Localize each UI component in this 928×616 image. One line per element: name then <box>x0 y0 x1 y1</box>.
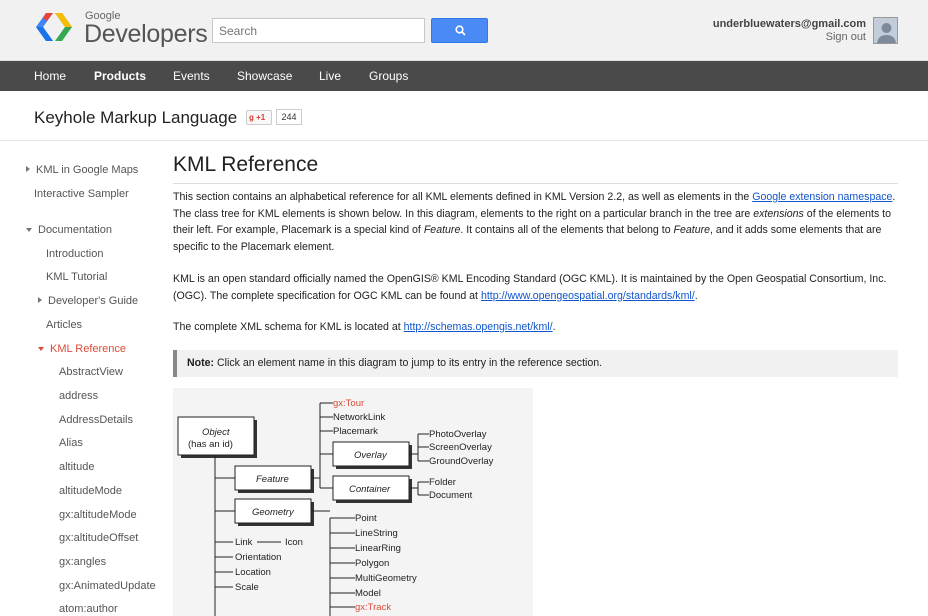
sidebar-item-atom-author[interactable]: atom:author <box>59 603 118 615</box>
note-label: Note: <box>187 357 215 369</box>
user-silhouette-icon <box>874 18 897 43</box>
object-node[interactable]: Object <box>202 427 230 438</box>
sidebar-item-abstractview[interactable]: AbstractView <box>59 366 123 378</box>
magnifier-icon <box>455 25 466 36</box>
scale-node[interactable]: Scale <box>235 582 259 593</box>
google-plus-icon: g <box>249 113 254 122</box>
sidebar-item-alias[interactable]: Alias <box>59 437 83 449</box>
sidebar-item-gx-altitudeoffset[interactable]: gx:altitudeOffset <box>59 532 138 544</box>
gx-track-node[interactable]: gx:Track <box>355 602 391 613</box>
sign-out-link[interactable]: Sign out <box>826 31 866 43</box>
ogc-kml-link[interactable]: http://www.opengeospatial.org/standards/… <box>481 290 695 302</box>
plus-one-count: 244 <box>276 109 302 125</box>
schema-paragraph: The complete XML schema for KML is locat… <box>173 321 556 333</box>
photooverlay-node[interactable]: PhotoOverlay <box>429 429 487 440</box>
folder-node[interactable]: Folder <box>429 477 456 488</box>
nav-products[interactable]: Products <box>94 69 146 83</box>
nav-groups[interactable]: Groups <box>369 69 408 83</box>
standard-paragraph: KML is an open standard officially named… <box>173 273 887 302</box>
location-node[interactable]: Location <box>235 567 271 578</box>
nav-live[interactable]: Live <box>319 69 341 83</box>
plus-one-label: +1 <box>256 113 266 122</box>
sidebar-item-documentation[interactable]: Documentation <box>26 224 112 236</box>
nav-showcase[interactable]: Showcase <box>237 69 292 83</box>
intro-paragraph: This section contains an alphabetical re… <box>173 191 896 253</box>
sidebar-item-altitude[interactable]: altitude <box>59 461 94 473</box>
feature-node[interactable]: Feature <box>256 474 289 485</box>
main-nav: Home Products Events Showcase Live Group… <box>0 61 928 91</box>
sidebar-item-articles[interactable]: Articles <box>46 319 82 331</box>
brand-developers[interactable]: Developers <box>84 20 208 49</box>
chevron-right-icon <box>38 297 42 303</box>
plus-one-button[interactable]: g +1 <box>246 110 272 125</box>
search-input[interactable] <box>212 18 425 43</box>
placemark-node[interactable]: Placemark <box>333 426 378 437</box>
link-node[interactable]: Link <box>235 537 253 548</box>
model-node[interactable]: Model <box>355 588 381 599</box>
nav-events[interactable]: Events <box>173 69 210 83</box>
geometry-node[interactable]: Geometry <box>252 507 295 518</box>
google-extension-namespace-link[interactable]: Google extension namespace <box>752 191 892 203</box>
sidebar-item-addressdetails[interactable]: AddressDetails <box>59 414 133 426</box>
overlay-node[interactable]: Overlay <box>354 450 388 461</box>
container-node[interactable]: Container <box>349 484 391 495</box>
point-node[interactable]: Point <box>355 513 377 524</box>
sidebar-item-gx-altitudemode[interactable]: gx:altitudeMode <box>59 509 137 521</box>
note-box: Note: Click an element name in this diag… <box>173 350 898 377</box>
kml-class-tree-diagram: Object (has an id) Feature Geometry Over… <box>173 388 533 616</box>
kml-schema-link[interactable]: http://schemas.opengis.net/kml/ <box>404 321 553 333</box>
sidebar-item-interactive-sampler[interactable]: Interactive Sampler <box>34 188 129 200</box>
avatar[interactable] <box>873 17 898 44</box>
gx-tour-node[interactable]: gx:Tour <box>333 398 364 409</box>
groundoverlay-node[interactable]: GroundOverlay <box>429 456 494 467</box>
search-button[interactable] <box>431 18 488 43</box>
chevron-down-icon <box>26 228 32 232</box>
polygon-node[interactable]: Polygon <box>355 558 389 569</box>
document-node[interactable]: Document <box>429 490 473 501</box>
orientation-node[interactable]: Orientation <box>235 552 281 563</box>
top-bar: Google Developers underbluewaters@gmail.… <box>0 0 928 61</box>
multigeometry-node[interactable]: MultiGeometry <box>355 573 417 584</box>
nav-home[interactable]: Home <box>34 69 66 83</box>
page-title: KML Reference <box>173 153 319 176</box>
sidebar-item-introduction[interactable]: Introduction <box>46 248 103 260</box>
sidebar-item-kml-tutorial[interactable]: KML Tutorial <box>46 271 107 283</box>
sidebar-item-altitudemode[interactable]: altitudeMode <box>59 485 122 497</box>
screenoverlay-node[interactable]: ScreenOverlay <box>429 442 492 453</box>
note-text: Click an element name in this diagram to… <box>214 357 603 369</box>
linearring-node[interactable]: LinearRing <box>355 543 401 554</box>
chevron-down-icon <box>38 347 44 351</box>
sidebar-item-kml-in-google-maps[interactable]: KML in Google Maps <box>26 164 138 176</box>
product-title[interactable]: Keyhole Markup Language <box>34 108 237 128</box>
linestring-node[interactable]: LineString <box>355 528 398 539</box>
sidebar-item-address[interactable]: address <box>59 390 98 402</box>
google-developers-logo-icon[interactable] <box>34 10 74 44</box>
networklink-node[interactable]: NetworkLink <box>333 412 386 423</box>
product-header: Keyhole Markup Language g +1 244 <box>0 91 928 141</box>
chevron-right-icon <box>26 166 30 172</box>
sidebar-item-gx-angles[interactable]: gx:angles <box>59 556 106 568</box>
object-node-subtitle: (has an id) <box>188 439 233 450</box>
sidebar-item-gx-animatedupdate[interactable]: gx:AnimatedUpdate <box>59 580 156 592</box>
sidebar-item-kml-reference[interactable]: KML Reference <box>38 343 126 355</box>
account-email: underbluewaters@gmail.com <box>712 18 866 30</box>
sidebar-item-developers-guide[interactable]: Developer's Guide <box>38 295 138 307</box>
title-divider <box>173 183 898 184</box>
icon-node[interactable]: Icon <box>285 537 303 548</box>
